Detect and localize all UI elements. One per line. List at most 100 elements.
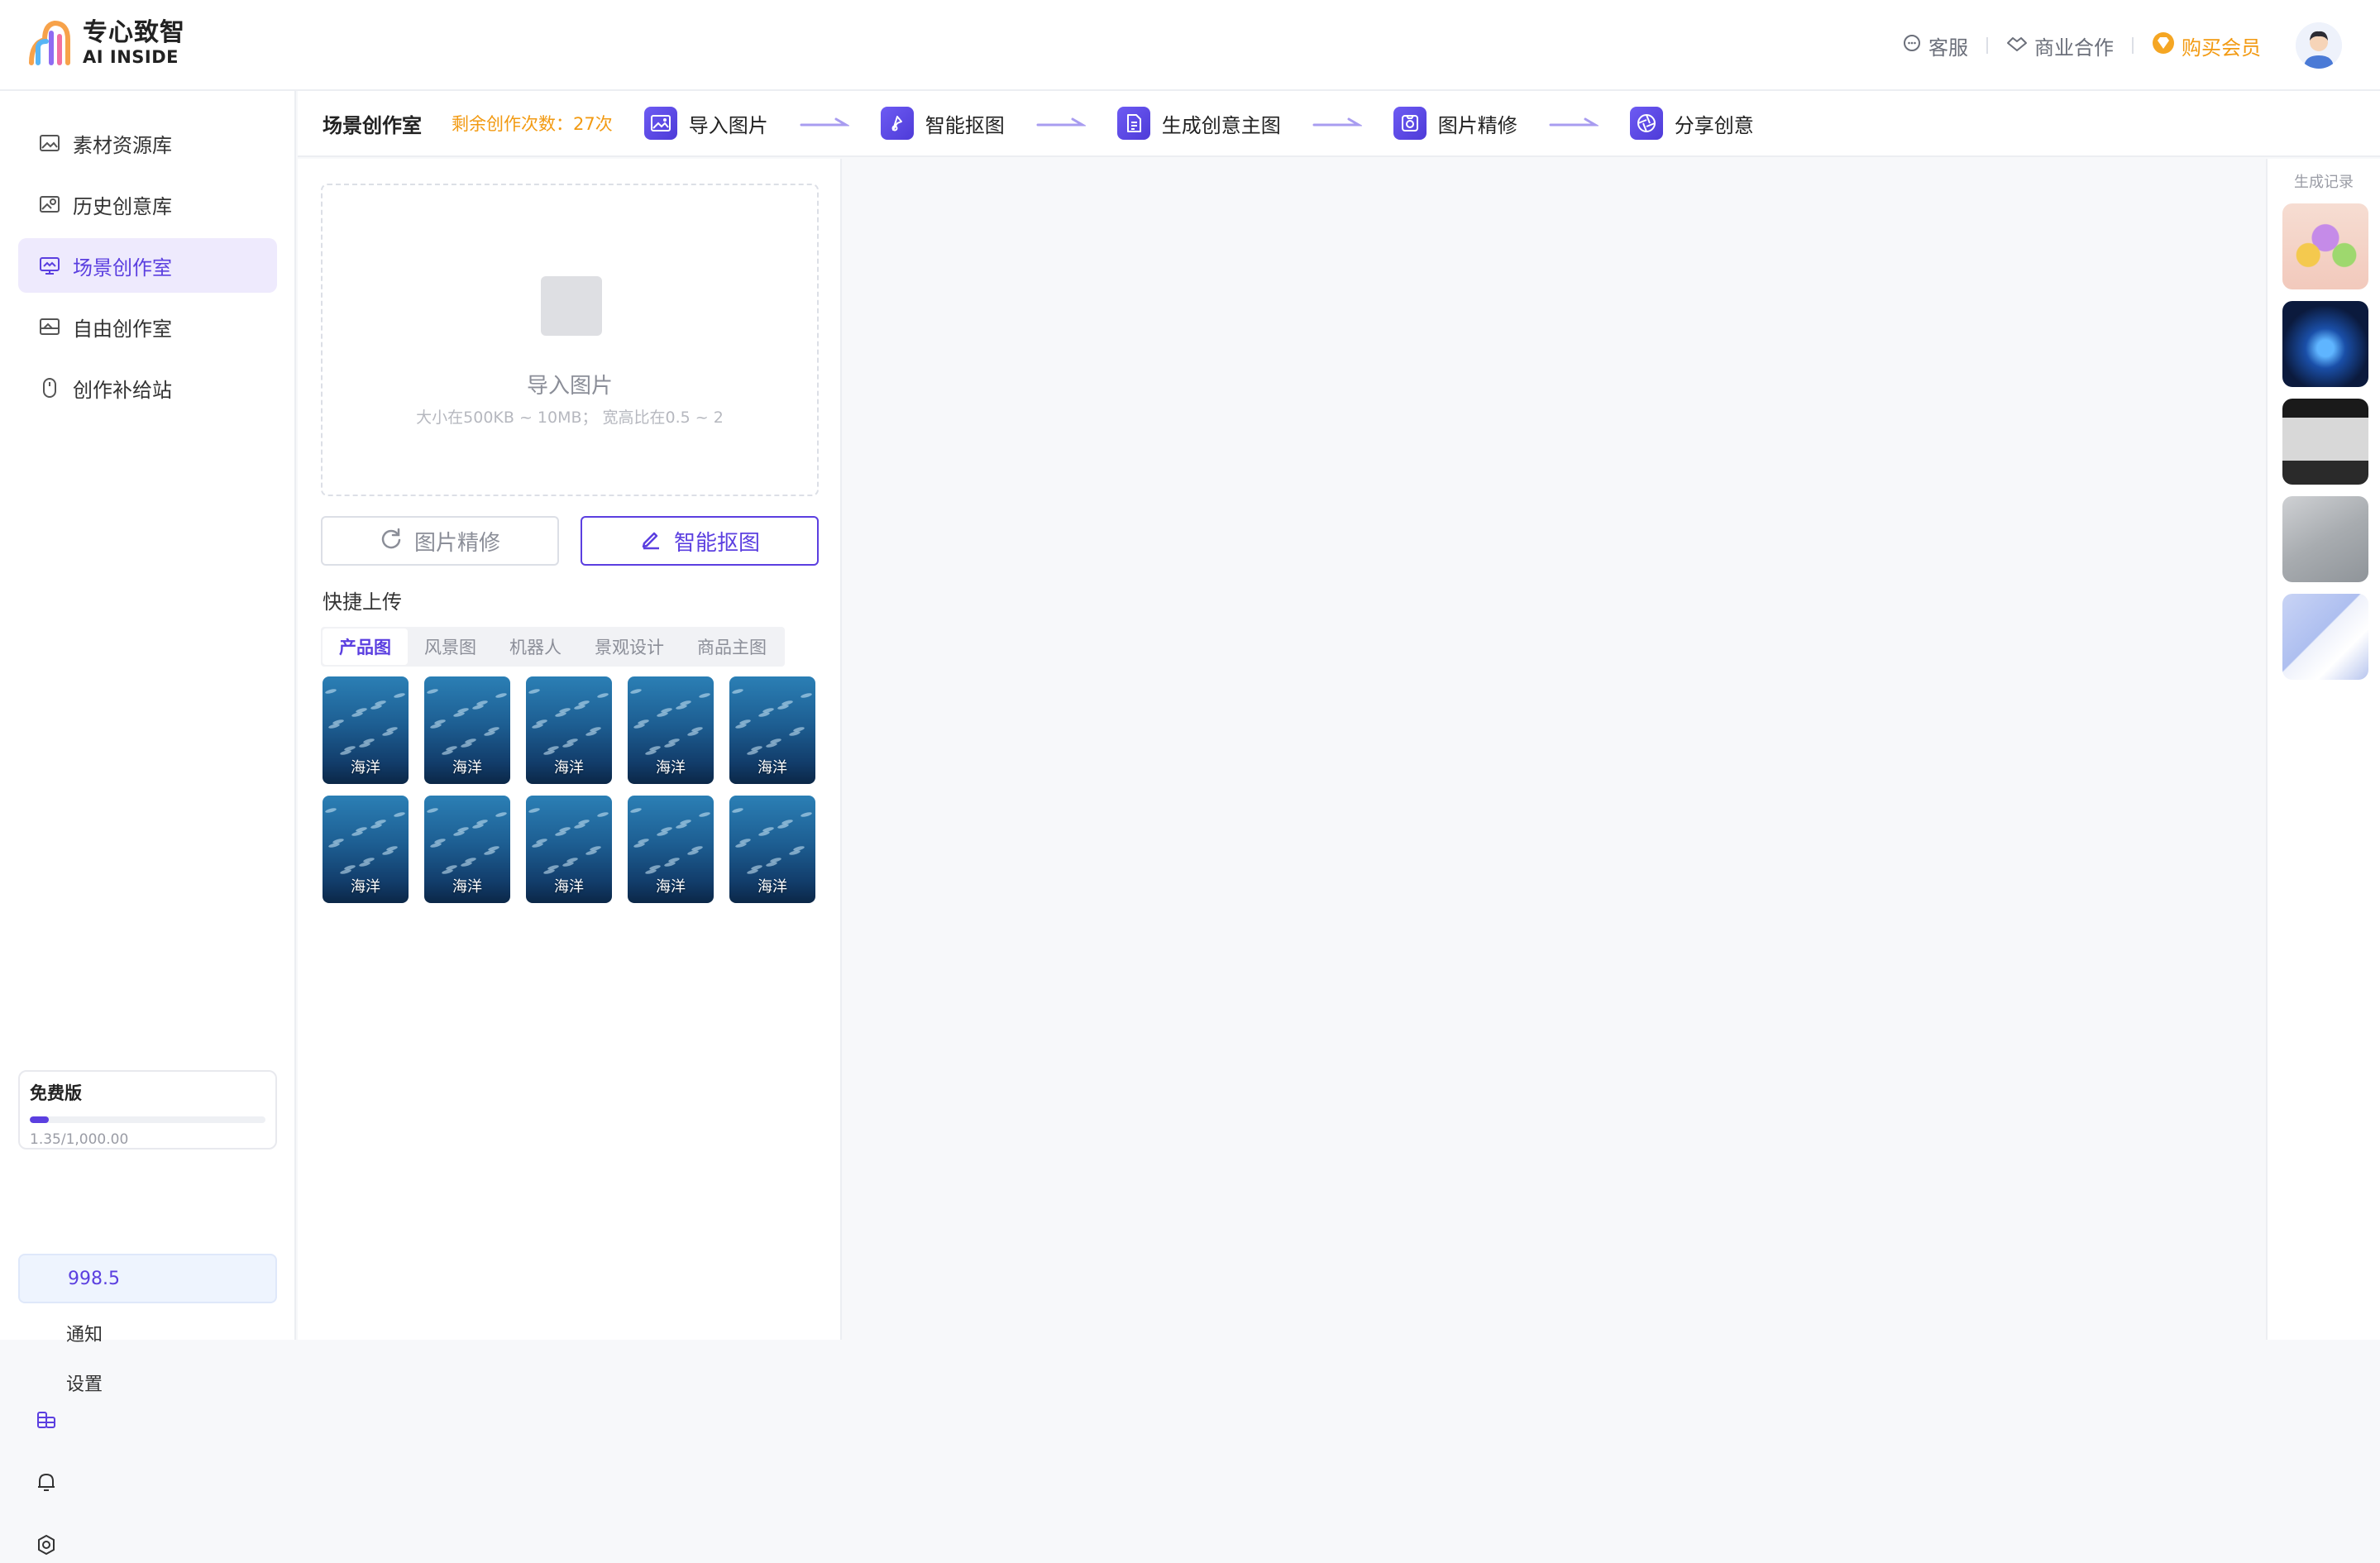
brand-name-cn: 专心致智 bbox=[83, 17, 185, 47]
notify-item[interactable]: 通知 bbox=[18, 1310, 277, 1356]
arrow-right-icon bbox=[800, 117, 849, 127]
quick-upload-thumb[interactable]: 海洋 bbox=[526, 676, 612, 784]
user-avatar[interactable] bbox=[2296, 22, 2342, 69]
coins-icon[interactable] bbox=[33, 1406, 60, 1432]
support-link[interactable]: 客服 bbox=[1902, 31, 1968, 60]
step-smart-cutout[interactable]: 智能抠图 bbox=[880, 107, 1005, 140]
divider bbox=[2132, 37, 2134, 54]
sidebar-item-label: 自由创作室 bbox=[73, 317, 172, 341]
step-label: 生成创意主图 bbox=[1161, 113, 1281, 137]
sidebar-item-free-studio[interactable]: 自由创作室 bbox=[18, 299, 277, 354]
preview-canvas[interactable] bbox=[844, 159, 2264, 1340]
sidebar-item-supply-station[interactable]: 创作补给站 bbox=[18, 361, 277, 415]
thumb-label: 海洋 bbox=[452, 759, 482, 777]
quick-upload-thumb[interactable]: 海洋 bbox=[526, 796, 612, 903]
plan-usage: 1.35/1,000.00 bbox=[30, 1131, 129, 1148]
history-thumb[interactable] bbox=[2282, 203, 2368, 289]
scene-studio-icon bbox=[38, 254, 61, 277]
generation-history: 生成记录 bbox=[2266, 159, 2380, 1340]
thumb-label: 海洋 bbox=[554, 759, 584, 777]
history-thumb[interactable] bbox=[2282, 496, 2368, 582]
bell-icon[interactable] bbox=[33, 1469, 60, 1495]
step-share-idea[interactable]: 分享创意 bbox=[1629, 107, 1754, 140]
thumb-label: 海洋 bbox=[656, 878, 686, 896]
step-label: 智能抠图 bbox=[925, 113, 1005, 137]
plan-name: 免费版 bbox=[30, 1083, 82, 1103]
landscape-icon bbox=[38, 315, 61, 338]
tab-landscape-design[interactable]: 景观设计 bbox=[578, 629, 681, 665]
vip-label: 购买会员 bbox=[2182, 36, 2261, 60]
arrow-right-icon bbox=[1549, 117, 1599, 127]
step-generate-main-image[interactable]: 生成创意主图 bbox=[1116, 107, 1281, 140]
credits-value: 998.5 bbox=[68, 1268, 120, 1289]
quick-upload-thumb[interactable]: 海洋 bbox=[424, 796, 510, 903]
credits-balance[interactable]: 998.5 bbox=[18, 1254, 277, 1303]
business-link[interactable]: 商业合作 bbox=[2006, 31, 2114, 60]
sidebar-item-history-library[interactable]: 历史创意库 bbox=[18, 177, 277, 232]
plan-progress-fill bbox=[30, 1116, 49, 1123]
tab-product[interactable]: 产品图 bbox=[323, 629, 408, 665]
arrow-right-icon bbox=[1036, 117, 1086, 127]
page-title: 场景创作室 bbox=[323, 113, 422, 137]
brand-name-en: AI INSIDE bbox=[83, 46, 179, 67]
step-label: 分享创意 bbox=[1674, 113, 1754, 137]
settings-icon[interactable] bbox=[33, 1532, 60, 1558]
edit-pen-icon bbox=[639, 527, 662, 556]
tab-product-main[interactable]: 商品主图 bbox=[681, 629, 783, 665]
history-image-icon bbox=[38, 193, 61, 216]
quick-upload-thumb[interactable]: 海洋 bbox=[729, 676, 815, 784]
quick-upload-thumb[interactable]: 海洋 bbox=[628, 676, 714, 784]
image-refine-button[interactable]: 图片精修 bbox=[321, 516, 559, 566]
chat-icon bbox=[1902, 33, 1922, 58]
buy-vip-link[interactable]: 购买会员 bbox=[2152, 31, 2261, 60]
support-label: 客服 bbox=[1928, 36, 1968, 60]
history-thumb[interactable] bbox=[2282, 301, 2368, 387]
quick-upload-grid: 海洋 海洋 海洋 海洋 海洋 海洋 海洋 海洋 海洋 海洋 bbox=[323, 676, 819, 903]
smart-cutout-button[interactable]: 智能抠图 bbox=[581, 516, 819, 566]
brand-logo[interactable]: 专心致智 AI INSIDE bbox=[26, 17, 185, 69]
plan-card[interactable]: 免费版 1.35/1,000.00 bbox=[18, 1070, 277, 1150]
thumb-label: 海洋 bbox=[656, 759, 686, 777]
history-thumb[interactable] bbox=[2282, 399, 2368, 485]
business-label: 商业合作 bbox=[2034, 36, 2114, 60]
settings-item[interactable]: 设置 bbox=[18, 1360, 277, 1406]
step-import-image[interactable]: 导入图片 bbox=[643, 107, 768, 140]
aperture-icon bbox=[1629, 107, 1663, 140]
image-dropzone[interactable]: 导入图片 大小在500KB ~ 10MB； 宽高比在0.5 ~ 2 bbox=[321, 184, 819, 496]
quick-upload-thumb[interactable]: 海洋 bbox=[323, 676, 409, 784]
quick-upload-thumb[interactable]: 海洋 bbox=[323, 796, 409, 903]
left-sidebar: 素材资源库 历史创意库 场景创作室 自由创作室 创作补给站 免费版 1.35/1… bbox=[0, 91, 296, 1395]
step-image-refine[interactable]: 图片精修 bbox=[1393, 107, 1517, 140]
image-import-icon bbox=[643, 107, 677, 140]
thumb-label: 海洋 bbox=[452, 878, 482, 896]
document-icon bbox=[1116, 107, 1150, 140]
sidebar-item-scene-studio[interactable]: 场景创作室 bbox=[18, 238, 277, 293]
tab-scenery[interactable]: 风景图 bbox=[408, 629, 493, 665]
mouse-icon bbox=[38, 376, 61, 399]
logo-icon bbox=[26, 18, 78, 68]
sidebar-item-material-library[interactable]: 素材资源库 bbox=[18, 116, 277, 170]
header-actions: 客服 商业合作 购买会员 bbox=[1902, 20, 2342, 71]
quick-upload-thumb[interactable]: 海洋 bbox=[628, 796, 714, 903]
sidebar-item-label: 素材资源库 bbox=[73, 133, 172, 157]
quick-upload-thumb[interactable]: 海洋 bbox=[424, 676, 510, 784]
quick-upload-tabs: 产品图 风景图 机器人 景观设计 商品主图 bbox=[321, 627, 785, 667]
step-label: 图片精修 bbox=[1437, 113, 1517, 137]
history-thumb[interactable] bbox=[2282, 594, 2368, 680]
quick-upload-title: 快捷上传 bbox=[323, 590, 402, 614]
sidebar-item-label: 场景创作室 bbox=[73, 256, 172, 280]
tab-robot[interactable]: 机器人 bbox=[493, 629, 578, 665]
notify-label: 通知 bbox=[66, 1325, 103, 1346]
quick-upload-thumb[interactable]: 海洋 bbox=[729, 796, 815, 903]
collapsed-shortcuts bbox=[33, 1406, 60, 1558]
history-title: 生成记录 bbox=[2294, 174, 2354, 191]
dropzone-hint: 大小在500KB ~ 10MB； 宽高比在0.5 ~ 2 bbox=[416, 409, 724, 427]
plan-progress-bar bbox=[30, 1116, 265, 1123]
sidebar-item-label: 创作补给站 bbox=[73, 378, 172, 402]
button-label: 智能抠图 bbox=[673, 530, 760, 556]
refresh-icon bbox=[380, 527, 403, 556]
plan-section: 免费版 1.35/1,000.00 998.5 通知 设置 bbox=[18, 1070, 277, 1395]
sidebar-item-label: 历史创意库 bbox=[73, 194, 172, 218]
thumb-label: 海洋 bbox=[757, 878, 787, 896]
image-placeholder-icon bbox=[541, 276, 602, 336]
